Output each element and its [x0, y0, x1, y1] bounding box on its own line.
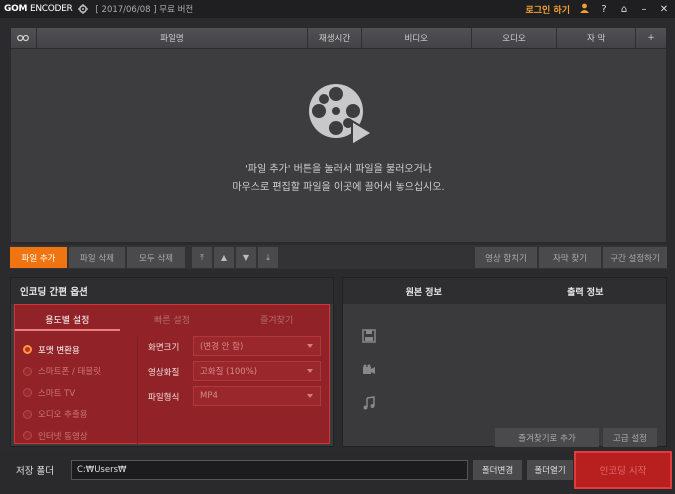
gear-icon[interactable]	[77, 4, 88, 14]
source-info-label[interactable]: 원본 정보	[343, 278, 505, 304]
screen-size-select[interactable]: (변경 안 함)	[193, 336, 321, 356]
radio-audio-extract[interactable]: 오디오 추출용	[23, 404, 101, 426]
add-favorite-button[interactable]: 즐겨찾기로 추가	[495, 428, 599, 447]
chevron-down-icon	[307, 344, 313, 348]
add-column-button[interactable]: +	[636, 28, 666, 48]
file-toolbar: 파일 추가 파일 삭제 모두 삭제 ⤒ ▲ ▼ ⤓ 영상 합치기 자막 찾기 구…	[10, 245, 667, 269]
version-label: [ 2017/06/08 ] 무료 버전	[95, 5, 194, 15]
move-down-icon[interactable]: ▼	[236, 247, 256, 268]
column-duration[interactable]: 재생시간	[308, 28, 362, 48]
start-encoding-button[interactable]: 인코딩 시작	[574, 451, 672, 489]
options-title: 인코딩 간편 옵션	[11, 278, 333, 304]
music-note-icon	[363, 396, 375, 410]
empty-hint-line1: '파일 추가' 버튼을 눌러서 파일을 불러오거나	[245, 164, 432, 175]
column-subtitle[interactable]: 자 막	[557, 28, 637, 48]
encoding-options-panel: 인코딩 간편 옵션 용도별 설정 빠른 설정 즐겨찾기 포맷 변환용 스마트폰 …	[10, 277, 334, 447]
user-icon[interactable]	[580, 3, 589, 16]
chevron-down-icon	[307, 394, 313, 398]
file-list[interactable]: 파일명 재생시간 비디오 오디오 자 막 + '파일 추가' 버튼을 눌러서 파…	[10, 27, 667, 243]
save-path-field[interactable]: C:₩Users₩	[71, 460, 468, 480]
video-quality-select[interactable]: 고화질 (100%)	[193, 361, 321, 381]
move-bottom-icon[interactable]: ⤓	[258, 247, 278, 268]
move-up-icon[interactable]: ▲	[214, 247, 234, 268]
radio-internet-video[interactable]: 인터넷 동영상	[23, 425, 101, 447]
radio-on-icon	[23, 345, 32, 355]
title-bar: GOM ENCODER [ 2017/06/08 ] 무료 버전 로그인 하기 …	[0, 0, 675, 18]
find-subtitle-button[interactable]: 자막 찾기	[539, 247, 601, 268]
radio-smartphone[interactable]: 스마트폰 / 태블릿	[23, 361, 101, 383]
add-file-button[interactable]: 파일 추가	[10, 247, 67, 268]
tab-quick[interactable]: 빠른 설정	[120, 305, 225, 331]
save-folder-label: 저장 폴더	[16, 466, 54, 477]
options-divider	[137, 337, 138, 445]
radio-off-icon	[23, 388, 32, 398]
options-highlight-area: 용도별 설정 빠른 설정 즐겨찾기 포맷 변환용 스마트폰 / 태블릿 스마트 …	[14, 304, 330, 447]
info-panel: 원본 정보 출력 정보 즐겨찾기로 추가 고급 설정	[342, 277, 667, 447]
radio-off-icon	[23, 409, 32, 419]
file-format-label: 파일형식	[148, 393, 180, 403]
close-icon[interactable]: ✕	[659, 4, 669, 15]
file-list-header: 파일명 재생시간 비디오 오디오 자 막 +	[11, 28, 666, 49]
column-filename[interactable]: 파일명	[37, 28, 309, 48]
app-logo: GOM ENCODER	[4, 4, 73, 14]
help-icon[interactable]: ?	[599, 4, 609, 15]
purpose-radio-list: 포맷 변환용 스마트폰 / 태블릿 스마트 TV 오디오 추출용 인터넷 동영상	[23, 339, 101, 447]
radio-smart-tv[interactable]: 스마트 TV	[23, 382, 101, 404]
tab-favorites[interactable]: 즐겨찾기	[224, 305, 329, 331]
radio-format-convert[interactable]: 포맷 변환용	[23, 339, 101, 361]
film-reel-icon	[309, 84, 374, 147]
merge-video-button[interactable]: 영상 합치기	[475, 247, 537, 268]
floppy-icon	[362, 329, 376, 343]
tab-purpose[interactable]: 용도별 설정	[15, 305, 120, 331]
radio-off-icon	[23, 366, 32, 376]
chevron-down-icon	[307, 369, 313, 373]
change-folder-button[interactable]: 폴더변경	[473, 460, 522, 480]
delete-file-button[interactable]: 파일 삭제	[69, 247, 125, 268]
column-video[interactable]: 비디오	[362, 28, 472, 48]
minimize-icon[interactable]: –	[639, 4, 649, 15]
video-camera-icon	[363, 364, 375, 374]
home-icon[interactable]: ⌂	[619, 4, 629, 15]
move-top-icon[interactable]: ⤒	[192, 247, 212, 268]
options-tabs: 용도별 설정 빠른 설정 즐겨찾기	[15, 305, 329, 331]
delete-all-button[interactable]: 모두 삭제	[127, 247, 185, 268]
advanced-settings-button[interactable]: 고급 설정	[603, 428, 657, 447]
link-icon[interactable]	[11, 28, 37, 48]
open-folder-button[interactable]: 폴더열기	[527, 460, 573, 480]
column-audio[interactable]: 오디오	[472, 28, 558, 48]
screen-size-label: 화면크기	[148, 343, 180, 353]
file-format-select[interactable]: MP4	[193, 386, 321, 406]
info-header: 원본 정보 출력 정보	[343, 278, 666, 304]
login-link[interactable]: 로그인 하기	[525, 3, 570, 16]
output-info-label[interactable]: 출력 정보	[505, 278, 667, 304]
radio-off-icon	[23, 431, 32, 441]
empty-hint-line2: 마우스로 편집할 파일을 이곳에 끌어서 놓으십시오.	[232, 182, 445, 193]
video-quality-label: 영상화질	[148, 368, 180, 378]
section-settings-button[interactable]: 구간 설정하기	[603, 247, 667, 268]
